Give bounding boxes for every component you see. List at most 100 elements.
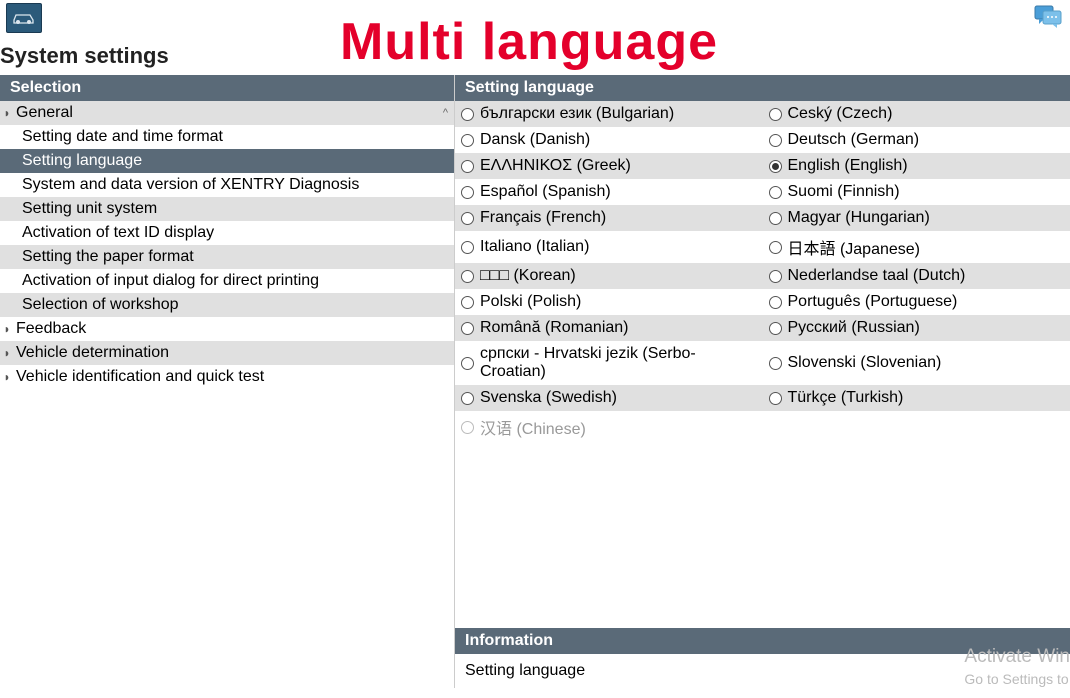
language-label: Dansk (Danish) — [480, 131, 590, 149]
tree-item[interactable]: ◗Feedback — [0, 317, 454, 341]
radio-icon — [461, 186, 474, 199]
language-label: Русский (Russian) — [788, 319, 920, 337]
language-label: Svenska (Swedish) — [480, 389, 617, 407]
tree-item-label: Activation of input dialog for direct pr… — [22, 272, 319, 290]
language-option[interactable]: □□□ (Korean) — [455, 265, 763, 287]
chat-icon[interactable] — [1032, 3, 1064, 31]
radio-icon — [769, 241, 782, 254]
language-option[interactable]: ΕΛΛΗΝΙΚΟΣ (Greek) — [455, 155, 763, 177]
language-label: Français (French) — [480, 209, 606, 227]
radio-icon — [461, 160, 474, 173]
tree-item[interactable]: System and data version of XENTRY Diagno… — [0, 173, 454, 197]
language-option[interactable]: Italiano (Italian) — [455, 233, 763, 261]
language-option[interactable]: Slovenski (Slovenian) — [763, 343, 1070, 383]
language-label: Magyar (Hungarian) — [788, 209, 930, 227]
tree-item[interactable]: ◗General^ — [0, 101, 454, 125]
tree-item[interactable]: ◗Vehicle identification and quick test — [0, 365, 454, 389]
language-label: Slovenski (Slovenian) — [788, 354, 942, 372]
language-option[interactable]: English (English) — [763, 155, 1070, 177]
radio-icon — [769, 134, 782, 147]
language-label: 汉语 (Chinese) — [480, 415, 586, 439]
language-option[interactable]: Español (Spanish) — [455, 181, 763, 203]
radio-icon — [461, 212, 474, 225]
language-label: Nederlandse taal (Dutch) — [788, 267, 966, 285]
language-row: □□□ (Korean) Nederlandse taal (Dutch) — [455, 263, 1070, 289]
language-label: Deutsch (German) — [788, 131, 920, 149]
radio-icon — [769, 357, 782, 370]
language-option[interactable]: Suomi (Finnish) — [763, 181, 1070, 203]
language-option[interactable]: Português (Portuguese) — [763, 291, 1070, 313]
tree-item-label: Selection of workshop — [22, 296, 179, 314]
radio-icon — [461, 270, 474, 283]
tree-item-label: Vehicle identification and quick test — [16, 368, 264, 386]
tree-item[interactable]: Setting unit system — [0, 197, 454, 221]
language-label: Italiano (Italian) — [480, 238, 589, 256]
language-header: Setting language — [455, 75, 1070, 101]
language-row: Svenska (Swedish) Türkçe (Turkish) — [455, 385, 1070, 411]
radio-icon — [769, 212, 782, 225]
language-label: Română (Romanian) — [480, 319, 629, 337]
language-label: English (English) — [788, 157, 908, 175]
tree-item[interactable]: Setting language — [0, 149, 454, 173]
language-label: български език (Bulgarian) — [480, 105, 674, 123]
tree-item-label: Activation of text ID display — [22, 224, 214, 242]
expand-icon: ◗ — [0, 370, 14, 384]
expand-icon: ◗ — [0, 106, 14, 120]
language-option[interactable]: Türkçe (Turkish) — [763, 387, 1070, 409]
tree-item-label: Feedback — [16, 320, 86, 338]
language-label: Ceský (Czech) — [788, 105, 893, 123]
windows-watermark: Activate Win Go to Settings to — [964, 645, 1070, 688]
language-label: српски - Hrvatski jezik (Serbo-Croatian) — [480, 345, 757, 381]
language-option[interactable]: Nederlandse taal (Dutch) — [763, 265, 1070, 287]
language-option[interactable]: Français (French) — [455, 207, 763, 229]
tree-item[interactable]: Setting the paper format — [0, 245, 454, 269]
language-row: Español (Spanish) Suomi (Finnish) — [455, 179, 1070, 205]
car-icon[interactable] — [6, 3, 42, 33]
language-option[interactable]: Deutsch (German) — [763, 129, 1070, 151]
expand-icon: ◗ — [0, 346, 14, 360]
tree-item-label: Setting the paper format — [22, 248, 194, 266]
tree-item[interactable]: Selection of workshop — [0, 293, 454, 317]
radio-icon — [769, 392, 782, 405]
language-option[interactable]: Polski (Polish) — [455, 291, 763, 313]
language-row: Dansk (Danish) Deutsch (German) — [455, 127, 1070, 153]
tree-item[interactable]: Setting date and time format — [0, 125, 454, 149]
radio-icon — [461, 241, 474, 254]
language-row: Polski (Polish) Português (Portuguese) — [455, 289, 1070, 315]
language-row: ΕΛΛΗΝΙΚΟΣ (Greek) English (English) — [455, 153, 1070, 179]
selection-panel: Selection ◗General^Setting date and time… — [0, 75, 455, 688]
language-panel: Setting language български език (Bulgari… — [455, 75, 1070, 688]
radio-icon — [461, 421, 474, 434]
tree-item-label: Setting language — [22, 152, 142, 170]
language-option[interactable]: Română (Romanian) — [455, 317, 763, 339]
radio-icon — [769, 270, 782, 283]
radio-icon — [461, 357, 474, 370]
radio-icon — [461, 392, 474, 405]
language-row: 汉语 (Chinese) — [455, 411, 1070, 443]
tree-item[interactable]: Activation of input dialog for direct pr… — [0, 269, 454, 293]
radio-icon — [769, 296, 782, 309]
empty-cell — [763, 413, 1070, 441]
tree-item-label: Setting unit system — [22, 200, 157, 218]
language-option[interactable]: Svenska (Swedish) — [455, 387, 763, 409]
language-option[interactable]: 日本語 (Japanese) — [763, 233, 1070, 261]
radio-icon — [769, 108, 782, 121]
radio-icon — [769, 186, 782, 199]
language-option[interactable]: српски - Hrvatski jezik (Serbo-Croatian) — [455, 343, 763, 383]
language-option[interactable]: Dansk (Danish) — [455, 129, 763, 151]
language-row: Français (French) Magyar (Hungarian) — [455, 205, 1070, 231]
language-label: Polski (Polish) — [480, 293, 581, 311]
radio-icon — [769, 322, 782, 335]
language-label: 日本語 (Japanese) — [788, 235, 921, 259]
language-row: Italiano (Italian) 日本語 (Japanese) — [455, 231, 1070, 263]
language-option[interactable]: Ceský (Czech) — [763, 103, 1070, 125]
tree-item[interactable]: ◗Vehicle determination — [0, 341, 454, 365]
radio-icon — [461, 322, 474, 335]
tree-item[interactable]: Activation of text ID display — [0, 221, 454, 245]
language-label: Suomi (Finnish) — [788, 183, 900, 201]
language-option[interactable]: Magyar (Hungarian) — [763, 207, 1070, 229]
page-title: System settings — [0, 35, 1070, 75]
language-option[interactable]: Русский (Russian) — [763, 317, 1070, 339]
radio-icon — [461, 296, 474, 309]
language-option[interactable]: български език (Bulgarian) — [455, 103, 763, 125]
